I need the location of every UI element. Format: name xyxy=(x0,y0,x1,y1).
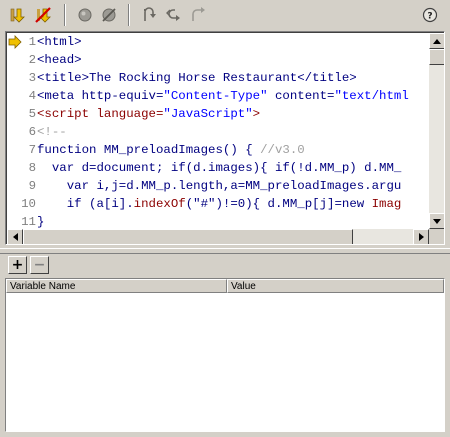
code-token: var d=document; if(d.images){ if(!d.MM_p… xyxy=(37,161,402,175)
line-number: 8 xyxy=(28,161,36,175)
step-in-button[interactable] xyxy=(163,5,185,25)
step-over-icon xyxy=(144,7,156,21)
code-token: <title>The Rocking Horse Restaurant</tit… xyxy=(37,71,357,85)
line-number: 9 xyxy=(28,179,36,193)
scroll-left-button[interactable] xyxy=(7,229,23,244)
code-line: if (a[i].indexOf("#")!=0){ d.MM_p[j]=new… xyxy=(37,195,402,213)
toolbar-separator xyxy=(128,4,130,26)
pane-splitter[interactable] xyxy=(0,248,450,254)
arrow-left-icon xyxy=(12,233,18,241)
line-number: 1 xyxy=(28,35,36,49)
scroll-up-button[interactable] xyxy=(429,33,444,49)
code-token: <head> xyxy=(37,53,82,67)
set-breakpoint-icon xyxy=(78,8,92,22)
step-into-icon xyxy=(10,8,25,23)
watch-variables-list[interactable]: Variable Name Value xyxy=(5,278,445,432)
line-number: 7 xyxy=(28,143,36,157)
step-over-button[interactable] xyxy=(139,5,161,25)
debugger-toolbar: ? xyxy=(0,0,450,30)
code-line: <!-- xyxy=(37,123,67,141)
code-token: <!-- xyxy=(37,125,67,139)
code-line: var i,j=d.MM_p.length,a=MM_preloadImages… xyxy=(37,177,402,195)
horizontal-scroll-thumb[interactable] xyxy=(23,229,353,244)
code-token: <script language= xyxy=(37,107,164,121)
code-token: content= xyxy=(267,89,335,103)
code-token: "text/html xyxy=(334,89,409,103)
code-token: Imag xyxy=(371,197,402,211)
toolbar-separator xyxy=(64,4,66,26)
line-number-gutter[interactable]: 1 2 3 4 5 6 7 8 9 10 11 xyxy=(7,33,36,229)
step-in-icon xyxy=(166,9,180,21)
code-token: ("#")!=0){ d.MM_p[j]=new xyxy=(185,197,372,211)
column-header-variable-name[interactable]: Variable Name xyxy=(6,279,227,293)
scroll-right-button[interactable] xyxy=(413,229,429,244)
add-variable-label: + xyxy=(11,257,24,273)
code-line: <script language="JavaScript"> xyxy=(37,105,260,123)
code-token: <html> xyxy=(37,35,82,49)
vertical-scroll-thumb[interactable] xyxy=(429,49,444,65)
step-out-button[interactable] xyxy=(187,5,209,25)
scroll-down-button[interactable] xyxy=(429,213,444,229)
set-breakpoint-button[interactable] xyxy=(74,5,96,25)
column-header-value[interactable]: Value xyxy=(227,279,444,293)
code-token: indexOf xyxy=(133,197,186,211)
scrollbar-corner xyxy=(429,229,444,244)
code-token: "JavaScript" xyxy=(163,107,253,121)
code-line: <title>The Rocking Horse Restaurant</tit… xyxy=(37,69,357,87)
code-line: <html> xyxy=(37,33,82,51)
step-into-button[interactable] xyxy=(6,5,28,25)
code-line: function MM_preloadImages() { //v3.0 xyxy=(37,141,305,159)
arrow-down-icon xyxy=(433,218,441,224)
stop-debug-icon xyxy=(35,7,51,23)
line-number: 3 xyxy=(28,71,36,85)
code-token: function MM_preloadImages() { xyxy=(37,143,261,157)
line-number: 4 xyxy=(28,89,36,103)
code-line: } xyxy=(37,213,44,229)
horizontal-scrollbar[interactable] xyxy=(7,229,429,244)
code-line: <head> xyxy=(37,51,82,69)
remove-variable-label: − xyxy=(33,257,46,273)
code-text-area[interactable]: <html> <head> <title>The Rocking Horse Res… xyxy=(37,33,429,229)
vertical-scrollbar[interactable] xyxy=(429,33,444,229)
source-code-inner: 1 2 3 4 5 6 7 8 9 10 11 <html> <head> <title>The Roc… xyxy=(6,32,444,244)
line-number: 10 xyxy=(21,197,36,211)
add-variable-button[interactable]: + xyxy=(8,256,27,274)
remove-variable-button[interactable]: − xyxy=(30,256,49,274)
code-token: var i,j=d.MM_p.length,a=MM_preloadImages… xyxy=(37,179,402,193)
remove-breakpoints-icon xyxy=(102,8,116,22)
variables-header: Variable Name Value xyxy=(6,279,444,293)
code-token: <meta http-equiv= xyxy=(37,89,164,103)
stop-debug-button[interactable] xyxy=(32,5,54,25)
code-token: } xyxy=(37,215,45,229)
code-token: //v3.0 xyxy=(260,143,305,157)
code-line: var d=document; if(d.images){ if(!d.MM_p… xyxy=(37,159,402,177)
remove-breakpoints-button[interactable] xyxy=(98,5,120,25)
code-line: <meta http-equiv="Content-Type" content=… xyxy=(37,87,409,105)
arrow-right-icon xyxy=(418,233,424,241)
line-number: 2 xyxy=(28,53,36,67)
line-number: 5 xyxy=(28,107,36,121)
step-out-icon xyxy=(192,7,205,21)
code-token: "Content-Type" xyxy=(163,89,268,103)
code-token: > xyxy=(252,107,261,121)
arrow-up-icon xyxy=(433,38,441,44)
source-code-view: 1 2 3 4 5 6 7 8 9 10 11 <html> <head> <title>The Roc… xyxy=(5,31,445,245)
help-button[interactable]: ? xyxy=(419,5,441,25)
svg-text:?: ? xyxy=(427,12,432,22)
code-token: if (a[i]. xyxy=(37,197,134,211)
help-icon: ? xyxy=(422,7,438,23)
line-number: 6 xyxy=(28,125,36,139)
